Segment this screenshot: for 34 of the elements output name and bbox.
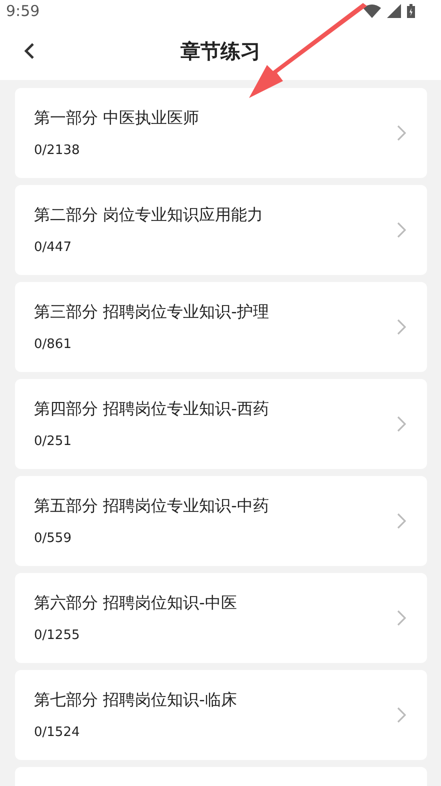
signal-icon <box>387 4 401 18</box>
question-count: 0/1524 <box>34 725 81 740</box>
chapter-card[interactable]: 第七部分 招聘岗位知识-临床 0/1524 <box>15 670 427 760</box>
chapter-title: 第四部分 招聘岗位专业知识-西药 <box>34 399 269 420</box>
chevron-right-icon <box>397 610 406 626</box>
question-count: 0/447 <box>34 240 72 255</box>
question-count: 0/559 <box>34 531 72 546</box>
wifi-icon <box>363 4 381 18</box>
chapter-card[interactable]: 第五部分 招聘岗位专业知识-中药 0/559 <box>15 476 427 566</box>
chapter-title: 第一部分 中医执业医师 <box>34 108 200 129</box>
chapter-card[interactable]: 第六部分 招聘岗位知识-中医 0/1255 <box>15 573 427 663</box>
chapter-card[interactable]: 第四部分 招聘岗位专业知识-西药 0/251 <box>15 379 427 469</box>
chevron-right-icon <box>397 125 406 141</box>
back-icon[interactable] <box>23 42 35 60</box>
battery-icon <box>407 4 415 18</box>
chevron-right-icon <box>397 416 406 432</box>
chevron-right-icon <box>397 222 406 238</box>
question-count: 0/1255 <box>34 628 81 643</box>
chapter-title: 第七部分 招聘岗位知识-临床 <box>34 690 237 711</box>
page-title: 章节练习 <box>180 38 260 64</box>
question-count: 0/861 <box>34 337 72 352</box>
chapter-title: 第五部分 招聘岗位专业知识-中药 <box>34 496 269 517</box>
chevron-right-icon <box>397 513 406 529</box>
chapter-card[interactable]: 第三部分 招聘岗位专业知识-护理 0/861 <box>15 282 427 372</box>
chapter-title: 第三部分 招聘岗位专业知识-护理 <box>34 302 269 323</box>
question-count: 0/251 <box>34 434 72 449</box>
chapter-card[interactable]: 第一部分 中医执业医师 0/2138 <box>15 88 427 178</box>
chevron-right-icon <box>397 319 406 335</box>
chevron-right-icon <box>397 707 406 723</box>
chapter-card[interactable]: 第二部分 岗位专业知识应用能力 0/447 <box>15 185 427 275</box>
question-count: 0/2138 <box>34 143 81 158</box>
status-time: 9:59 <box>6 2 40 20</box>
chapter-title: 第二部分 岗位专业知识应用能力 <box>34 205 264 226</box>
chapter-title: 第六部分 招聘岗位知识-中医 <box>34 593 237 614</box>
